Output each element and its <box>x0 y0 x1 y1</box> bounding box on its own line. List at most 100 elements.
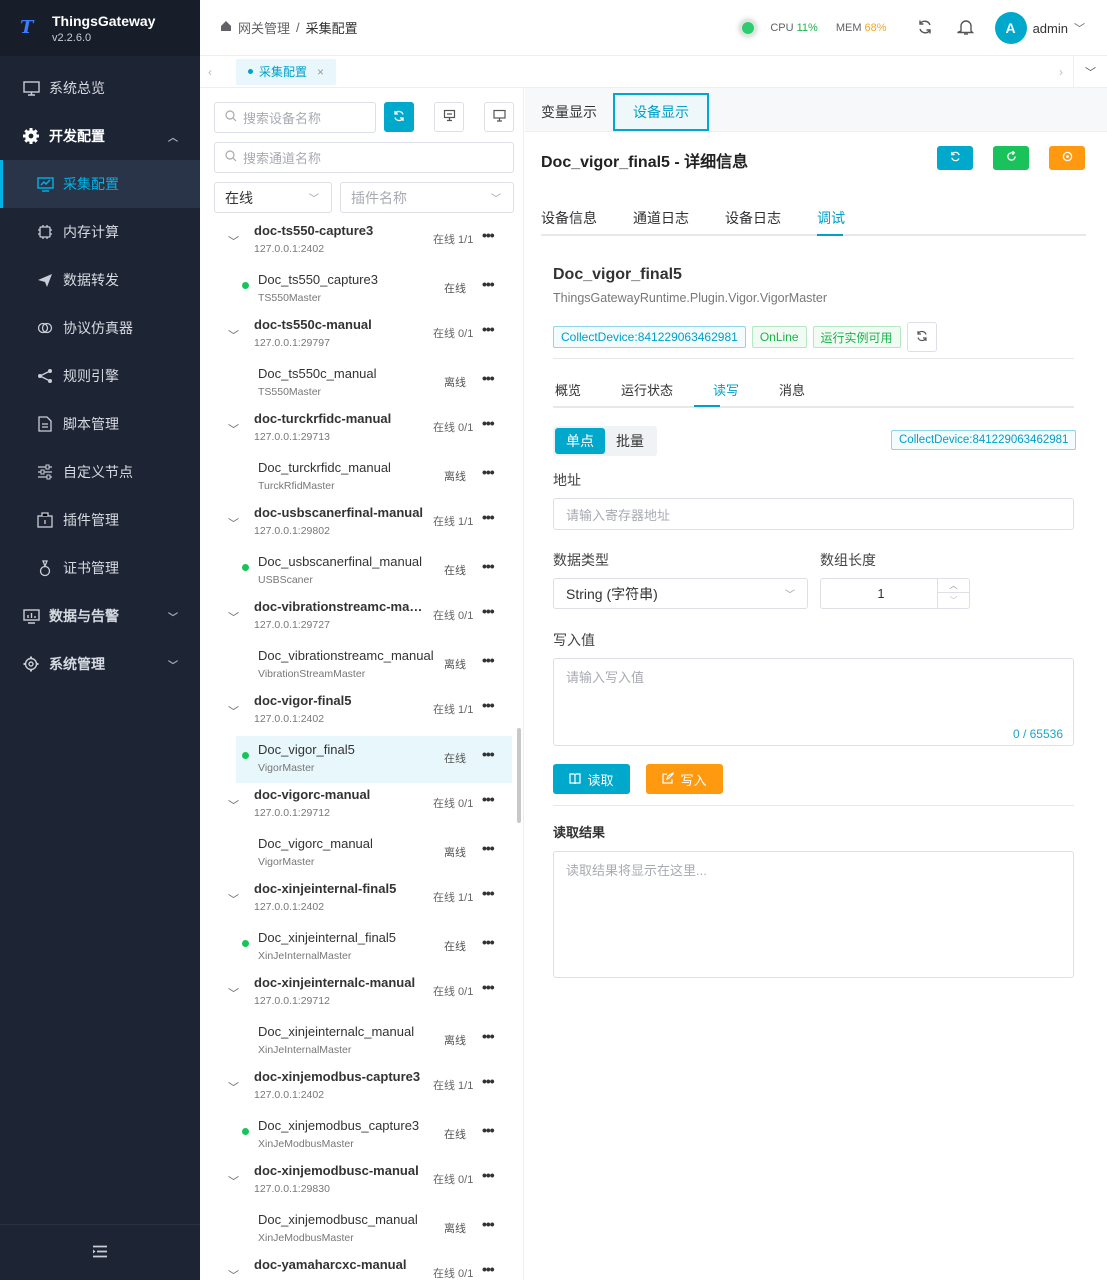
chevron-down-icon[interactable]: ﹀ <box>228 1079 239 1095</box>
sidebar-item-memory-compute[interactable]: 内存计算 <box>0 208 200 256</box>
more-icon[interactable]: ••• <box>482 1028 495 1044</box>
more-icon[interactable]: ••• <box>482 276 495 292</box>
more-icon[interactable]: ••• <box>482 746 495 762</box>
view-tab-devices[interactable]: 设备显示 <box>613 93 709 131</box>
decrement-icon[interactable]: ﹀ <box>938 593 969 607</box>
subtab-readwrite[interactable]: 读写 <box>713 380 739 399</box>
chevron-down-icon[interactable]: ﹀ <box>228 609 239 625</box>
device-node[interactable]: Doc_xinjeinternal_final5 XinJeInternalMa… <box>214 924 512 971</box>
address-input[interactable]: 请输入寄存器地址 <box>553 498 1074 530</box>
chevron-down-icon[interactable]: ﹀ <box>228 233 239 249</box>
bell-icon[interactable] <box>956 18 975 39</box>
device-search-input[interactable]: 搜索设备名称 <box>214 102 376 133</box>
sidebar-item-scripts[interactable]: 脚本管理 <box>0 400 200 448</box>
more-icon[interactable]: ••• <box>482 1073 495 1089</box>
increment-icon[interactable]: ︿ <box>938 579 969 593</box>
channel-node[interactable]: ﹀ doc-xinjeinternal-final5 127.0.0.1:240… <box>214 877 512 924</box>
more-icon[interactable]: ••• <box>482 558 495 574</box>
more-icon[interactable]: ••• <box>482 227 495 243</box>
tree-scrollbar[interactable] <box>517 728 521 823</box>
sidebar-item-data-alarm[interactable]: 数据与告警 ﹀ <box>0 592 200 640</box>
channel-node[interactable]: ﹀ doc-ts550c-manual 127.0.0.1:29797 在线 0… <box>214 313 512 360</box>
more-icon[interactable]: ••• <box>482 509 495 525</box>
sidebar-item-certificates[interactable]: 证书管理 <box>0 544 200 592</box>
app-logo[interactable]: T ThingsGateway v2.2.6.0 <box>0 0 200 56</box>
status-select[interactable]: 在线 ﹀ <box>214 182 332 213</box>
channel-node[interactable]: ﹀ doc-usbscanerfinal-manual 127.0.0.1:29… <box>214 501 512 548</box>
device-type-button[interactable] <box>434 102 464 132</box>
user-menu[interactable]: A admin ﹀ <box>994 12 1085 44</box>
sidebar-item-collect-config[interactable]: 采集配置 <box>0 160 200 208</box>
sidebar-item-rule-engine[interactable]: 规则引擎 <box>0 352 200 400</box>
restart-button[interactable] <box>993 146 1029 170</box>
channel-node[interactable]: ﹀ doc-yamaharcxc-manual 在线 0/1 ••• <box>214 1253 512 1280</box>
tabs-scroll-right-icon[interactable]: › <box>1059 65 1063 79</box>
chevron-down-icon[interactable]: ﹀ <box>228 703 239 719</box>
more-icon[interactable]: ••• <box>482 603 495 619</box>
more-icon[interactable]: ••• <box>482 979 495 995</box>
tab-channel-log[interactable]: 通道日志 <box>633 208 689 228</box>
sidebar-item-dev-config[interactable]: 开发配置 ︿ <box>0 112 200 160</box>
sidebar-item-forwarding[interactable]: 数据转发 <box>0 256 200 304</box>
channel-node[interactable]: ﹀ doc-xinjemodbus-capture3 127.0.0.1:240… <box>214 1065 512 1112</box>
tab-collect-config[interactable]: 采集配置 × <box>236 58 337 85</box>
write-value-textarea[interactable]: 请输入写入值 0 / 65536 <box>553 658 1074 746</box>
more-icon[interactable]: ••• <box>482 370 495 386</box>
read-result-textarea[interactable]: 读取结果将显示在这里... <box>553 851 1074 978</box>
chevron-down-icon[interactable]: ﹀ <box>228 515 239 531</box>
more-icon[interactable]: ••• <box>482 885 495 901</box>
stop-button[interactable] <box>1049 146 1085 170</box>
more-icon[interactable]: ••• <box>482 791 495 807</box>
sidebar-item-custom-node[interactable]: 自定义节点 <box>0 448 200 496</box>
sidebar-item-simulator[interactable]: 协议仿真器 <box>0 304 200 352</box>
device-node[interactable]: Doc_vigor_final5 VigorMaster 在线 ••• <box>236 736 512 783</box>
more-icon[interactable]: ••• <box>482 840 495 856</box>
close-icon[interactable]: × <box>317 65 324 79</box>
arraylen-stepper[interactable]: 1 ︿ ﹀ <box>820 578 970 609</box>
collapse-menu-button[interactable] <box>0 1224 200 1280</box>
mode-batch-button[interactable]: 批量 <box>605 428 655 454</box>
device-node[interactable]: Doc_xinjemodbus_capture3 XinJeModbusMast… <box>214 1112 512 1159</box>
write-button[interactable]: 写入 <box>646 764 723 794</box>
more-icon[interactable]: ••• <box>482 652 495 668</box>
device-node[interactable]: Doc_turckrfidc_manual TurckRfidMaster 离线… <box>214 454 512 501</box>
tab-device-info[interactable]: 设备信息 <box>541 208 597 228</box>
refresh-icon[interactable] <box>917 19 933 38</box>
more-icon[interactable]: ••• <box>482 1122 495 1138</box>
subtab-overview[interactable]: 概览 <box>555 380 581 399</box>
refresh-detail-button[interactable] <box>937 146 973 170</box>
monitor-button[interactable] <box>484 102 514 132</box>
more-icon[interactable]: ••• <box>482 1167 495 1183</box>
view-tab-variables[interactable]: 变量显示 <box>541 93 597 131</box>
tab-debug[interactable]: 调试 <box>817 208 845 228</box>
more-icon[interactable]: ••• <box>482 697 495 713</box>
channel-node[interactable]: ﹀ doc-vibrationstreamc-man... 127.0.0.1:… <box>214 595 512 642</box>
plugin-select[interactable]: 插件名称 ﹀ <box>340 182 514 213</box>
tabs-menu-chevron-icon[interactable]: ﹀ <box>1073 55 1107 88</box>
device-node[interactable]: Doc_usbscanerfinal_manual USBScaner 在线 •… <box>214 548 512 595</box>
channel-search-input[interactable]: 搜索通道名称 <box>214 142 514 173</box>
chevron-down-icon[interactable]: ﹀ <box>228 1173 239 1189</box>
more-icon[interactable]: ••• <box>482 464 495 480</box>
breadcrumb-item[interactable]: 网关管理 <box>238 18 290 37</box>
device-node[interactable]: Doc_xinjeinternalc_manual XinJeInternalM… <box>214 1018 512 1065</box>
more-icon[interactable]: ••• <box>482 934 495 950</box>
chevron-down-icon[interactable]: ﹀ <box>228 985 239 1001</box>
device-node[interactable]: Doc_ts550_capture3 TS550Master 在线 ••• <box>214 266 512 313</box>
sidebar-item-plugins[interactable]: 插件管理 <box>0 496 200 544</box>
channel-node[interactable]: ﹀ doc-xinjeinternalc-manual 127.0.0.1:29… <box>214 971 512 1018</box>
sidebar-item-system[interactable]: 系统管理 ﹀ <box>0 640 200 688</box>
more-icon[interactable]: ••• <box>482 321 495 337</box>
more-icon[interactable]: ••• <box>482 1216 495 1232</box>
chevron-down-icon[interactable]: ﹀ <box>228 1267 239 1280</box>
refresh-tree-button[interactable] <box>384 102 414 132</box>
subtab-messages[interactable]: 消息 <box>779 380 805 399</box>
sidebar-item-overview[interactable]: 系统总览 <box>0 64 200 112</box>
more-icon[interactable]: ••• <box>482 415 495 431</box>
chevron-down-icon[interactable]: ﹀ <box>228 797 239 813</box>
channel-node[interactable]: ﹀ doc-vigor-final5 127.0.0.1:2402 在线 1/1… <box>214 689 512 736</box>
device-node[interactable]: Doc_xinjemodbusc_manual XinJeModbusMaste… <box>214 1206 512 1253</box>
device-node[interactable]: Doc_vibrationstreamc_manual VibrationStr… <box>214 642 512 689</box>
channel-node[interactable]: ﹀ doc-turckrfidc-manual 127.0.0.1:29713 … <box>214 407 512 454</box>
chevron-down-icon[interactable]: ﹀ <box>228 327 239 343</box>
